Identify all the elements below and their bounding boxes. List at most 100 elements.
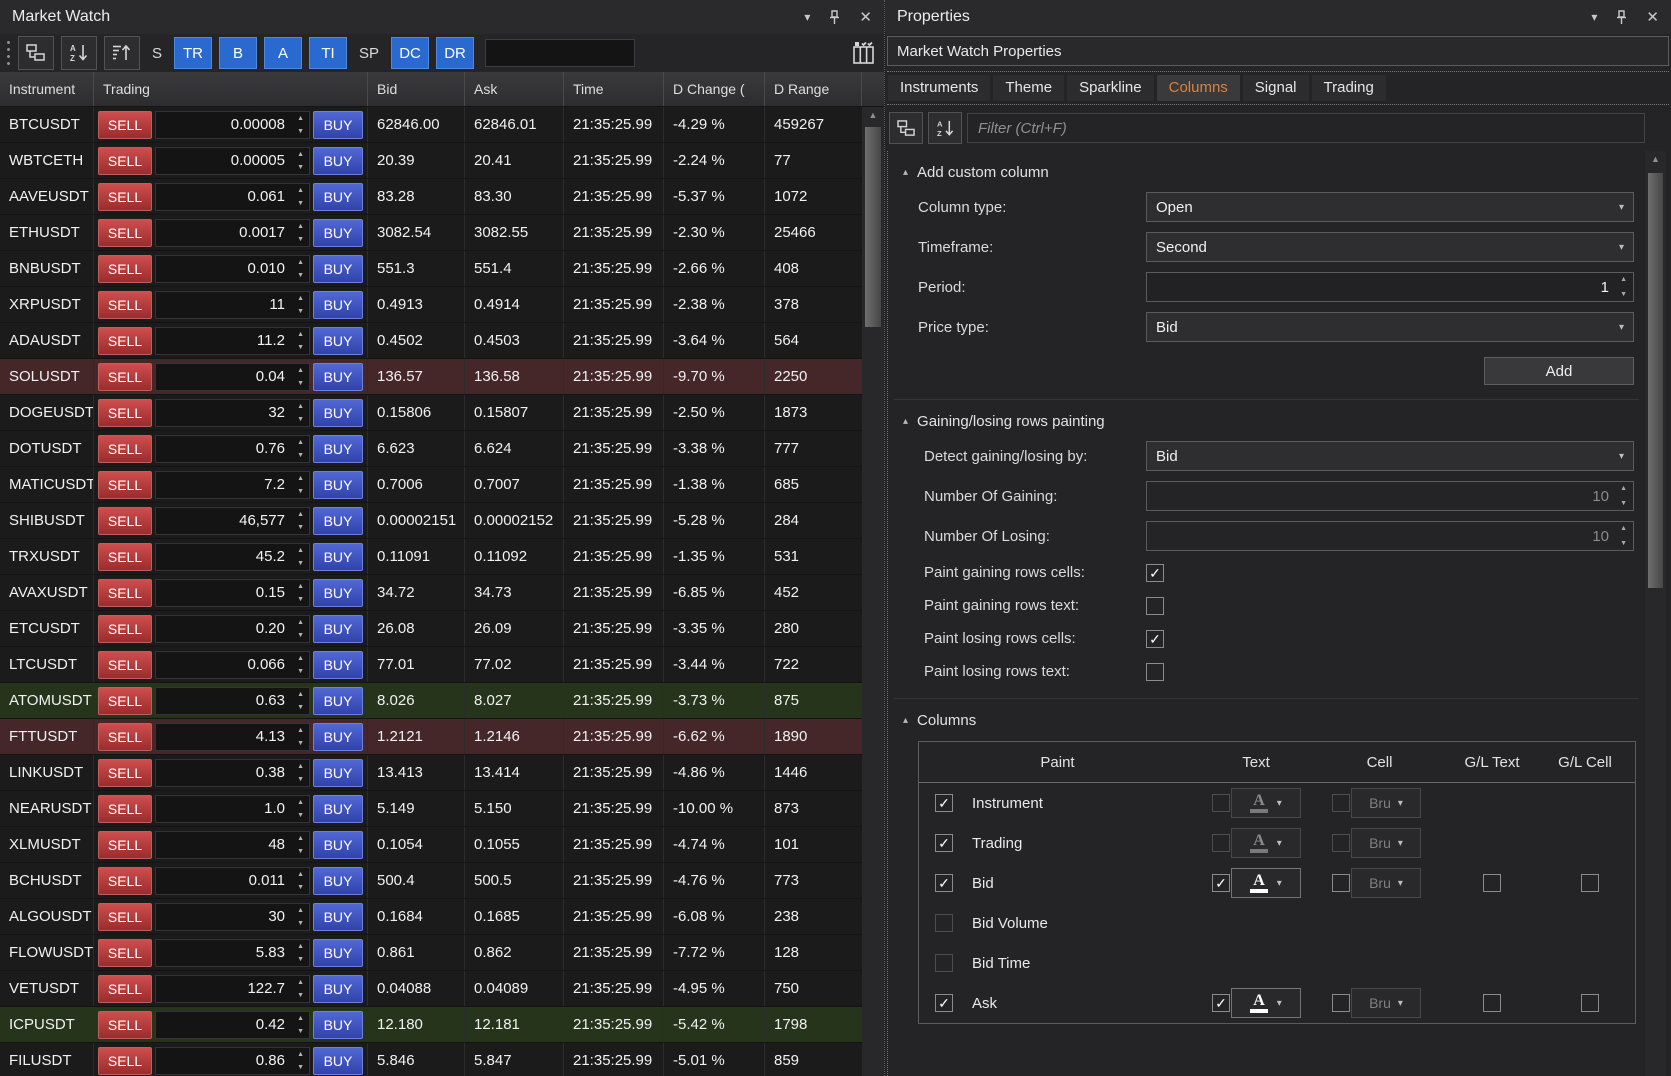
spinner-arrows[interactable]: ▲▼ xyxy=(297,727,304,747)
table-row[interactable]: ADAUSDT SELL 11.2 ▲▼ BUY 0.4502 0.4503 2… xyxy=(0,323,862,359)
sell-button[interactable]: SELL xyxy=(98,1011,152,1039)
table-row[interactable]: SOLUSDT SELL 0.04 ▲▼ BUY 136.57 136.58 2… xyxy=(0,359,862,395)
properties-scrollbar[interactable]: ▲ xyxy=(1645,151,1666,1076)
text-paint-checkbox[interactable] xyxy=(1212,794,1230,812)
gl-cell-checkbox[interactable] xyxy=(1581,994,1599,1012)
spinner-arrows[interactable]: ▲▼ xyxy=(297,1051,304,1071)
quantity-stepper[interactable]: 1.0 ▲▼ xyxy=(155,795,310,823)
quantity-stepper[interactable]: 0.76 ▲▼ xyxy=(155,435,310,463)
buy-button[interactable]: BUY xyxy=(313,579,363,607)
market-watch-scrollbar[interactable]: ▲ xyxy=(862,107,884,1076)
table-row[interactable]: BCHUSDT SELL 0.011 ▲▼ BUY 500.4 500.5 21… xyxy=(0,863,862,899)
properties-tree-button[interactable] xyxy=(889,112,923,144)
sell-button[interactable]: SELL xyxy=(98,147,152,175)
filter-input[interactable]: Filter (Ctrl+F) xyxy=(967,113,1645,143)
sell-button[interactable]: SELL xyxy=(98,255,152,283)
close-icon[interactable]: ✕ xyxy=(1646,8,1659,26)
table-row[interactable]: TRXUSDT SELL 45.2 ▲▼ BUY 0.11091 0.11092… xyxy=(0,539,862,575)
header-d-range[interactable]: D Range xyxy=(765,72,862,106)
spinner-arrows[interactable]: ▲▼ xyxy=(297,511,304,531)
spinner-arrows[interactable]: ▲▼ xyxy=(297,619,304,639)
sell-button[interactable]: SELL xyxy=(98,831,152,859)
brush-dropdown[interactable]: Bru ▾ xyxy=(1351,868,1421,898)
spinner-arrows[interactable]: ▲▼ xyxy=(297,691,304,711)
buy-button[interactable]: BUY xyxy=(313,651,363,679)
sell-button[interactable]: SELL xyxy=(98,219,152,247)
sort-order-button[interactable] xyxy=(104,36,140,70)
sell-button[interactable]: SELL xyxy=(98,759,152,787)
spinner-arrows[interactable]: ▲▼ xyxy=(1620,276,1627,298)
table-row[interactable]: DOTUSDT SELL 0.76 ▲▼ BUY 6.623 6.624 21:… xyxy=(0,431,862,467)
sell-button[interactable]: SELL xyxy=(98,291,152,319)
spinner-arrows[interactable]: ▲▼ xyxy=(297,439,304,459)
gl-text-checkbox[interactable] xyxy=(1483,874,1501,892)
column-visible-checkbox[interactable] xyxy=(935,914,953,932)
header-trading[interactable]: Trading xyxy=(94,72,368,106)
brush-dropdown[interactable]: Bru ▾ xyxy=(1351,788,1421,818)
table-row[interactable]: FLOWUSDT SELL 5.83 ▲▼ BUY 0.861 0.862 21… xyxy=(0,935,862,971)
table-row[interactable]: VETUSDT SELL 122.7 ▲▼ BUY 0.04088 0.0408… xyxy=(0,971,862,1007)
period-input[interactable]: 1 ▲▼ xyxy=(1146,272,1634,302)
tab-theme[interactable]: Theme xyxy=(993,75,1064,101)
buy-button[interactable]: BUY xyxy=(313,219,363,247)
cell-paint-checkbox[interactable] xyxy=(1332,794,1350,812)
quantity-stepper[interactable]: 0.0017 ▲▼ xyxy=(155,219,310,247)
sell-button[interactable]: SELL xyxy=(98,651,152,679)
buy-button[interactable]: BUY xyxy=(313,975,363,1003)
instrument-tree-button[interactable] xyxy=(18,36,54,70)
sell-button[interactable]: SELL xyxy=(98,795,152,823)
spinner-arrows[interactable]: ▲▼ xyxy=(297,799,304,819)
column-visible-checkbox[interactable] xyxy=(935,874,953,892)
tab-trading[interactable]: Trading xyxy=(1312,75,1386,101)
scroll-up-icon[interactable]: ▲ xyxy=(862,110,884,120)
buy-button[interactable]: BUY xyxy=(313,867,363,895)
table-row[interactable]: AVAXUSDT SELL 0.15 ▲▼ BUY 34.72 34.73 21… xyxy=(0,575,862,611)
toggle-s[interactable]: S xyxy=(147,45,167,62)
buy-button[interactable]: BUY xyxy=(313,1011,363,1039)
quantity-stepper[interactable]: 0.42 ▲▼ xyxy=(155,1011,310,1039)
toggle-a[interactable]: A xyxy=(264,37,302,69)
instrument-search-input[interactable] xyxy=(485,39,635,67)
sell-button[interactable]: SELL xyxy=(98,543,152,571)
spinner-arrows[interactable]: ▲▼ xyxy=(297,907,304,927)
close-icon[interactable]: ✕ xyxy=(859,8,872,26)
collapse-icon[interactable]: ▴ xyxy=(903,715,908,726)
table-row[interactable]: SHIBUSDT SELL 46,577 ▲▼ BUY 0.00002151 0… xyxy=(0,503,862,539)
quantity-stepper[interactable]: 0.061 ▲▼ xyxy=(155,183,310,211)
table-row[interactable]: NEARUSDT SELL 1.0 ▲▼ BUY 5.149 5.150 21:… xyxy=(0,791,862,827)
quantity-stepper[interactable]: 0.63 ▲▼ xyxy=(155,687,310,715)
spinner-arrows[interactable]: ▲▼ xyxy=(297,655,304,675)
quantity-stepper[interactable]: 0.00005 ▲▼ xyxy=(155,147,310,175)
spinner-arrows[interactable]: ▲▼ xyxy=(297,259,304,279)
table-row[interactable]: LINKUSDT SELL 0.38 ▲▼ BUY 13.413 13.414 … xyxy=(0,755,862,791)
paint-option-checkbox[interactable] xyxy=(1146,630,1164,648)
tab-instruments[interactable]: Instruments xyxy=(888,75,990,101)
font-color-dropdown[interactable]: A ▾ xyxy=(1231,988,1301,1018)
buy-button[interactable]: BUY xyxy=(313,183,363,211)
sell-button[interactable]: SELL xyxy=(98,363,152,391)
table-row[interactable]: XLMUSDT SELL 48 ▲▼ BUY 0.1054 0.1055 21:… xyxy=(0,827,862,863)
toggle-dc[interactable]: DC xyxy=(391,37,429,69)
sort-az-button[interactable]: AZ xyxy=(61,36,97,70)
buy-button[interactable]: BUY xyxy=(313,147,363,175)
column-type-select[interactable]: Open ▾ xyxy=(1146,192,1634,222)
column-visible-checkbox[interactable] xyxy=(935,834,953,852)
font-color-dropdown[interactable]: A ▾ xyxy=(1231,828,1301,858)
table-row[interactable]: ALGOUSDT SELL 30 ▲▼ BUY 0.1684 0.1685 21… xyxy=(0,899,862,935)
sell-button[interactable]: SELL xyxy=(98,183,152,211)
sell-button[interactable]: SELL xyxy=(98,723,152,751)
buy-button[interactable]: BUY xyxy=(313,363,363,391)
table-row[interactable]: ICPUSDT SELL 0.42 ▲▼ BUY 12.180 12.181 2… xyxy=(0,1007,862,1043)
column-visible-checkbox[interactable] xyxy=(935,954,953,972)
properties-scroll-thumb[interactable] xyxy=(1648,173,1663,588)
toggle-tr[interactable]: TR xyxy=(174,37,212,69)
cell-paint-checkbox[interactable] xyxy=(1332,994,1350,1012)
sell-button[interactable]: SELL xyxy=(98,399,152,427)
spinner-arrows[interactable]: ▲▼ xyxy=(297,979,304,999)
column-chooser-button[interactable] xyxy=(852,41,876,65)
quantity-stepper[interactable]: 11.2 ▲▼ xyxy=(155,327,310,355)
sell-button[interactable]: SELL xyxy=(98,1047,152,1075)
sell-button[interactable]: SELL xyxy=(98,327,152,355)
sell-button[interactable]: SELL xyxy=(98,687,152,715)
collapse-icon[interactable]: ▴ xyxy=(903,167,908,178)
